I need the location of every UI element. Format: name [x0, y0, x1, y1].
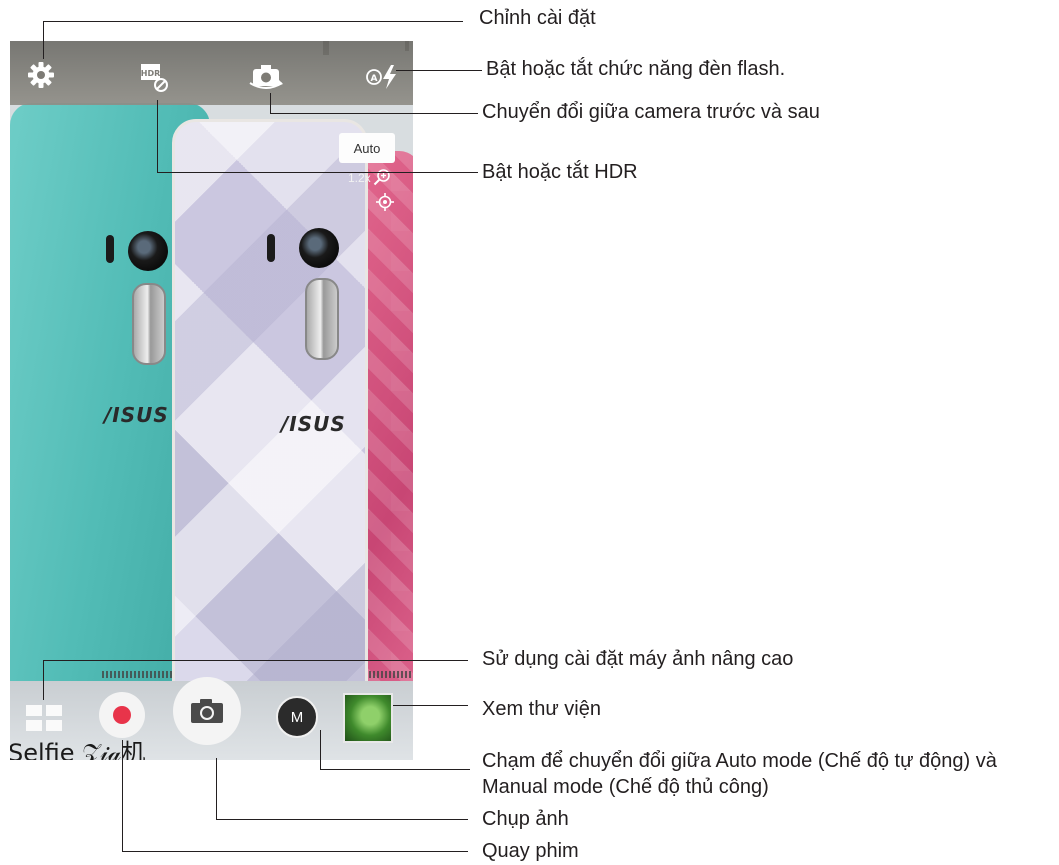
callout-line-settings [43, 21, 463, 22]
callout-mode-line2: Manual mode (Chế độ thủ công) [482, 776, 769, 798]
callout-line-take-photo [216, 758, 217, 820]
shutter-button[interactable] [173, 677, 241, 745]
callout-line-record [122, 740, 123, 852]
phone-camera-lens [299, 228, 339, 268]
hdr-off-icon[interactable]: HDR [140, 63, 172, 93]
grid-icon[interactable] [26, 705, 62, 732]
callout-line-hdr [157, 172, 478, 173]
callout-line-gallery [393, 705, 468, 706]
top-bar [10, 41, 413, 105]
callout-take-photo: Chụp ảnh [482, 808, 569, 830]
gallery-thumbnail[interactable] [343, 693, 393, 743]
callout-switch-camera: Chuyển đổi giữa camera trước và sau [482, 101, 820, 123]
hdr-glyph: HDR [141, 69, 161, 78]
callout-line-advanced [43, 660, 44, 700]
phone-rear-key [132, 283, 166, 365]
callout-gallery: Xem thư viện [482, 698, 601, 720]
camera-screen: /ISUS /ISUS HDR A Auto 1.2x M Selfie 𝒵𝒾𝒶… [10, 41, 413, 760]
phone-camera-lens [128, 231, 168, 271]
callout-line-hdr [157, 100, 158, 173]
callout-line-advanced [43, 660, 468, 661]
focus-target-icon[interactable] [376, 193, 394, 211]
auto-manual-mode-button[interactable]: M [276, 696, 318, 738]
callout-flash: Bật hoặc tắt chức năng đèn flash. [486, 58, 786, 80]
scene-mode-chip[interactable]: Auto [339, 133, 395, 163]
phone-flash [267, 234, 275, 262]
callout-line-mode [320, 769, 470, 770]
callout-line-switch-camera [270, 113, 478, 114]
callout-record-video: Quay phim [482, 840, 579, 862]
callout-line-record [122, 851, 468, 852]
callout-advanced-settings: Sử dụng cài đặt máy ảnh nâng cao [482, 648, 794, 670]
callout-line-mode [320, 730, 321, 769]
callout-line-take-photo [216, 819, 468, 820]
svg-text:A: A [371, 74, 378, 84]
gear-icon[interactable] [27, 61, 55, 89]
preview-phone-white: /ISUS [172, 119, 368, 760]
preview-caption: Selfie 𝒵𝒾𝒶机 [10, 739, 146, 760]
phone-speaker [361, 671, 411, 678]
phone-rear-key [305, 278, 339, 360]
brand-logo: /ISUS [104, 403, 169, 427]
camera-switch-icon[interactable] [248, 63, 284, 91]
callout-hdr: Bật hoặc tắt HDR [482, 161, 638, 183]
brand-logo: /ISUS [281, 412, 346, 436]
callout-settings: Chỉnh cài đặt [479, 7, 596, 29]
record-dot-icon [113, 706, 131, 724]
callout-line-settings [43, 21, 44, 59]
callout-mode-line1: Chạm để chuyển đổi giữa Auto mode (Chế đ… [482, 750, 997, 772]
zoom-in-icon[interactable] [373, 168, 391, 186]
callout-line-switch-camera [270, 93, 271, 113]
record-video-button[interactable] [99, 692, 145, 738]
phone-flash [106, 235, 114, 263]
flash-auto-icon[interactable]: A [365, 64, 399, 90]
callout-line-flash [396, 70, 482, 71]
zoom-level: 1.2x [348, 171, 371, 185]
camera-icon [191, 699, 223, 723]
